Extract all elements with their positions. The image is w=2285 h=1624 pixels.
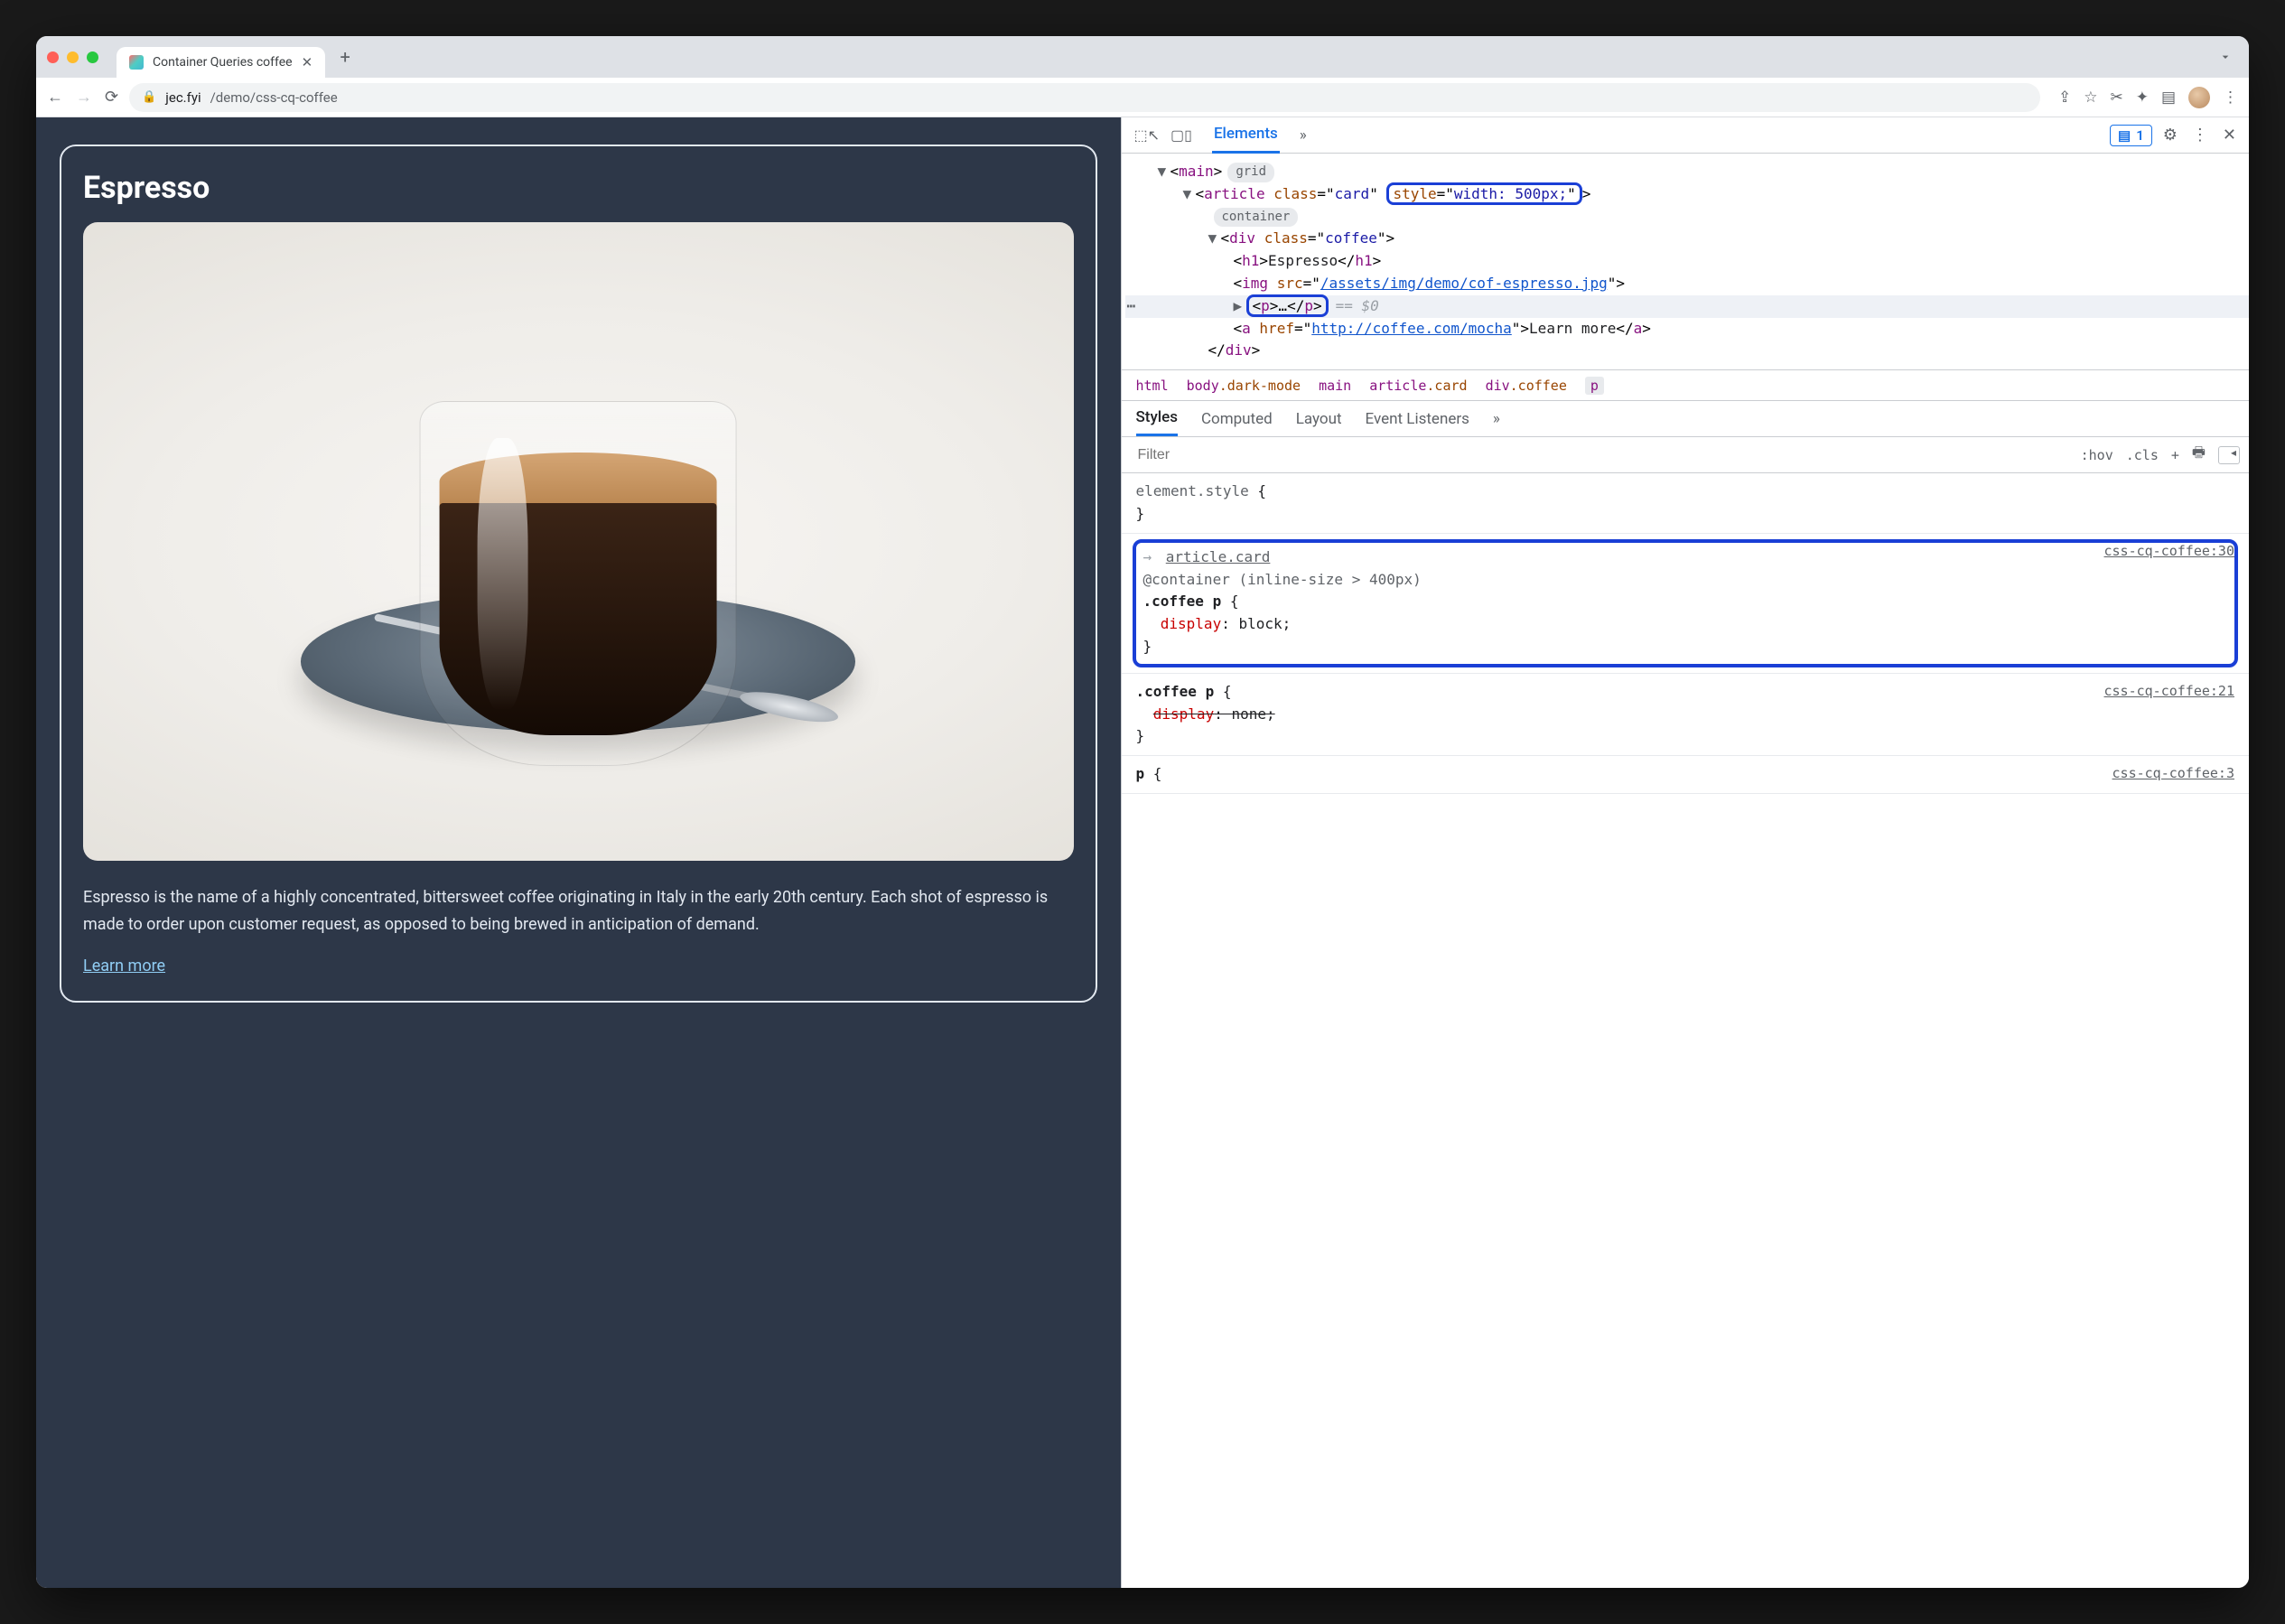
menu-icon[interactable]: ⋮: [2223, 89, 2238, 107]
hov-toggle[interactable]: :hov: [2081, 447, 2113, 463]
dom-node-h1[interactable]: <h1>Espresso</h1>: [1125, 250, 2250, 273]
devtools-tabs: Elements »: [1212, 117, 2099, 154]
cup-shape: [420, 401, 737, 766]
tab-event-listeners[interactable]: Event Listeners: [1366, 403, 1469, 435]
devtools-right-actions: ⚙ ⋮ ✕: [2163, 126, 2236, 145]
dom-node-p-selected[interactable]: ▶<p>…</p>== $0: [1125, 295, 2250, 318]
favicon-icon: [129, 55, 144, 70]
close-devtools-icon[interactable]: ✕: [2223, 126, 2236, 145]
tabs-overflow-icon[interactable]: »: [1298, 118, 1309, 153]
titlebar: Container Queries coffee ✕ +: [36, 36, 2249, 78]
toolbar: ← → ⟳ 🔒 jec.fyi/demo/css-cq-coffee ⇪ ☆ ✂…: [36, 78, 2249, 117]
minimize-window-button[interactable]: [67, 51, 79, 63]
browser-tab[interactable]: Container Queries coffee ✕: [117, 47, 325, 78]
address-bar[interactable]: 🔒 jec.fyi/demo/css-cq-coffee: [129, 83, 2040, 112]
dom-breadcrumb[interactable]: html body.dark-mode main article.card di…: [1122, 370, 2250, 401]
reload-button[interactable]: ⟳: [105, 89, 118, 106]
coffee-image: [83, 222, 1074, 861]
selected-marker: == $0: [1336, 297, 1379, 314]
issues-badge[interactable]: ▤ 1: [2110, 125, 2152, 146]
card-heading: Espresso: [83, 170, 1074, 206]
new-tab-button[interactable]: +: [332, 44, 358, 70]
maximize-window-button[interactable]: [87, 51, 98, 63]
learn-more-link[interactable]: Learn more: [83, 957, 165, 975]
dom-tree[interactable]: ▼<main>grid ▼<article class="card" style…: [1122, 154, 2250, 370]
rule-coffee-p[interactable]: css-cq-coffee:21 .coffee p { display: no…: [1122, 674, 2250, 756]
sidebar-toggle-icon[interactable]: [2218, 446, 2240, 464]
container-origin-link[interactable]: article.card: [1166, 548, 1271, 565]
highlighted-p-node: <p>…</p>: [1246, 294, 1329, 317]
rule-source-link[interactable]: css-cq-coffee:21: [2104, 681, 2235, 702]
dom-node-div[interactable]: ▼<div class="coffee">: [1125, 228, 2250, 250]
styles-tabs-overflow-icon[interactable]: »: [1493, 403, 1500, 435]
tab-elements[interactable]: Elements: [1212, 117, 1280, 154]
rendered-page: Espresso Espresso is the name of a highl…: [36, 117, 1121, 1588]
url-host: jec.fyi: [165, 89, 201, 106]
rule-container-query[interactable]: css-cq-coffee:30 → article.card @contain…: [1122, 534, 2250, 674]
toolbar-actions: ⇪ ☆ ✂︎ ✦ ▤ ⋮: [2058, 87, 2238, 108]
dom-node-main[interactable]: ▼<main>grid: [1125, 161, 2250, 183]
url-path: /demo/css-cq-coffee: [210, 89, 338, 106]
dom-node-a[interactable]: <a href="http://coffee.com/mocha">Learn …: [1125, 318, 2250, 341]
dom-node-article[interactable]: ▼<article class="card" style="width: 500…: [1125, 183, 2250, 206]
card-paragraph: Espresso is the name of a highly concent…: [83, 884, 1074, 938]
device-toggle-icon[interactable]: ▢▯: [1170, 126, 1192, 144]
styles-rules: element.style { } css-cq-coffee:30 → art…: [1122, 473, 2250, 1588]
devtools-toolbar: ⬚↖ ▢▯ Elements » ▤ 1 ⚙ ⋮ ✕: [1122, 117, 2250, 154]
crumb-p[interactable]: p: [1585, 377, 1604, 395]
tab-title: Container Queries coffee: [153, 55, 293, 70]
cls-toggle[interactable]: .cls: [2126, 447, 2159, 463]
devtools: ⬚↖ ▢▯ Elements » ▤ 1 ⚙ ⋮ ✕: [1121, 117, 2250, 1588]
reader-icon[interactable]: ▤: [2161, 89, 2176, 107]
share-icon[interactable]: ⇪: [2058, 89, 2071, 107]
close-window-button[interactable]: [47, 51, 59, 63]
dom-node-div-close[interactable]: </div>: [1125, 340, 2250, 362]
browser-window: Container Queries coffee ✕ + ← → ⟳ 🔒 jec…: [36, 36, 2249, 1588]
crumb-div[interactable]: div.coffee: [1486, 378, 1567, 394]
inspect-icon[interactable]: ⬚↖: [1134, 126, 1161, 144]
extensions-icon[interactable]: ✦: [2136, 89, 2149, 107]
scissors-icon[interactable]: ✂︎: [2110, 89, 2122, 107]
dom-container-badge-row: container: [1125, 206, 2250, 229]
grid-badge[interactable]: grid: [1227, 163, 1274, 182]
nav-buttons: ← → ⟳: [47, 89, 118, 106]
tabs-overflow-button[interactable]: [2213, 44, 2238, 70]
rule-source-link[interactable]: css-cq-coffee:30: [2104, 541, 2235, 562]
tab-layout[interactable]: Layout: [1296, 403, 1342, 435]
crumb-main[interactable]: main: [1319, 378, 1351, 394]
styles-filter-bar: :hov .cls + 🖶: [1122, 437, 2250, 473]
coffee-card: Espresso Espresso is the name of a highl…: [60, 145, 1097, 1003]
device-styles-icon[interactable]: 🖶: [2192, 443, 2206, 467]
rule-element-style[interactable]: element.style { }: [1122, 473, 2250, 534]
dom-node-img[interactable]: <img src="/assets/img/demo/cof-espresso.…: [1125, 273, 2250, 295]
rule-p[interactable]: css-cq-coffee:3 p {: [1122, 756, 2250, 794]
crumb-article[interactable]: article.card: [1369, 378, 1467, 394]
styles-pane-tabs: Styles Computed Layout Event Listeners »: [1122, 401, 2250, 437]
tab-styles[interactable]: Styles: [1136, 401, 1178, 436]
content-area: Espresso Espresso is the name of a highl…: [36, 117, 2249, 1588]
crumb-html[interactable]: html: [1136, 378, 1169, 394]
kebab-menu-icon[interactable]: ⋮: [2192, 126, 2208, 145]
new-rule-button[interactable]: +: [2171, 447, 2179, 463]
settings-gear-icon[interactable]: ⚙: [2163, 126, 2178, 145]
lock-icon: 🔒: [142, 90, 156, 104]
container-badge[interactable]: container: [1214, 208, 1299, 228]
styles-filter-input[interactable]: [1136, 446, 2068, 464]
tab-computed[interactable]: Computed: [1201, 403, 1273, 435]
back-button[interactable]: ←: [47, 89, 63, 106]
window-controls: [47, 51, 98, 63]
crumb-body[interactable]: body.dark-mode: [1187, 378, 1301, 394]
chat-icon: ▤: [2118, 127, 2131, 144]
rule-source-link[interactable]: css-cq-coffee:3: [2112, 763, 2234, 784]
close-tab-icon[interactable]: ✕: [302, 54, 313, 70]
bookmark-icon[interactable]: ☆: [2084, 89, 2097, 107]
highlighted-style-attr: style="width: 500px;": [1386, 182, 1581, 205]
forward-button[interactable]: →: [76, 89, 92, 106]
issues-count: 1: [2136, 127, 2144, 144]
profile-avatar[interactable]: [2188, 87, 2210, 108]
highlighted-container-rule: → article.card @container (inline-size >…: [1133, 539, 2239, 667]
